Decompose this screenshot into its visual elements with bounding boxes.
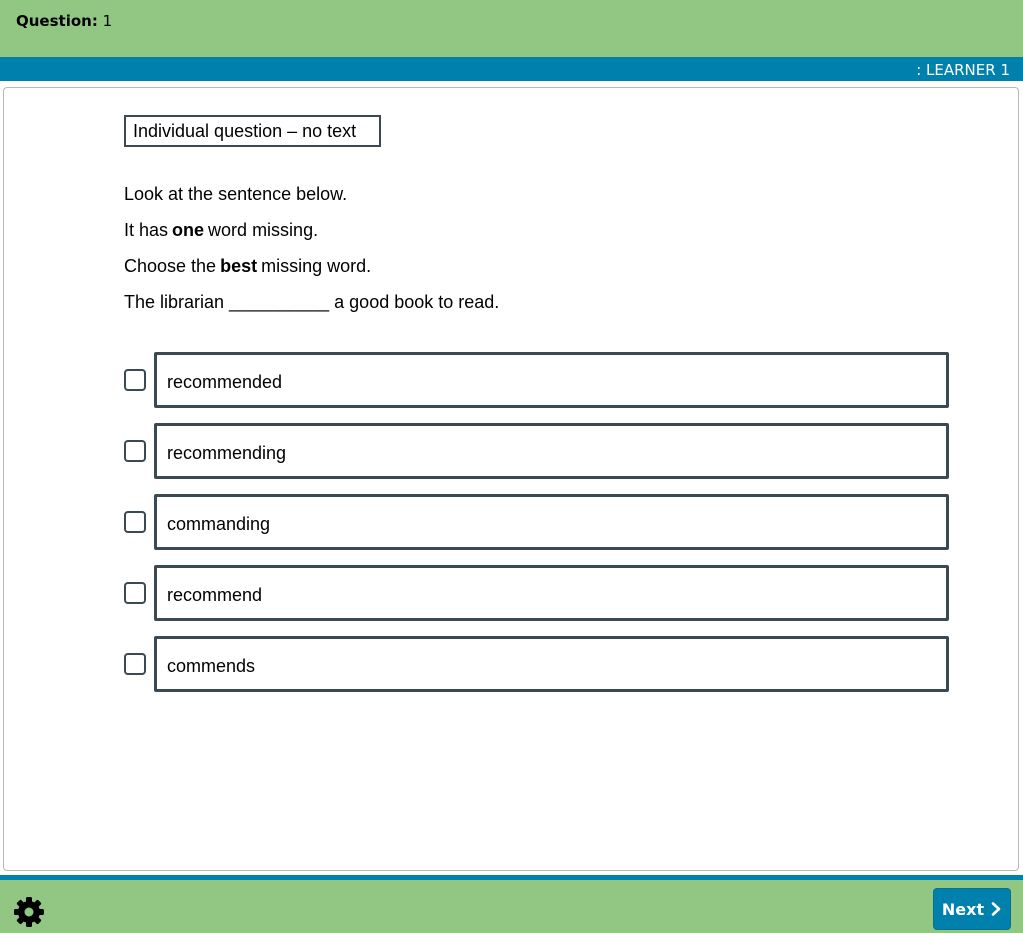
answer-checkbox[interactable] [124, 582, 146, 604]
answer-checkbox[interactable] [124, 440, 146, 462]
question-type-tag: Individual question – no text [124, 115, 381, 147]
answer-checkbox[interactable] [124, 653, 146, 675]
question-label: Question: [16, 12, 98, 30]
instruction-text: It has [124, 220, 169, 240]
question-number-value: 1 [102, 12, 113, 30]
next-button[interactable]: Next [933, 888, 1011, 930]
question-sentence: The librarian __________ a good book to … [124, 292, 500, 312]
answer-option[interactable]: recommending [124, 423, 949, 479]
chevron-right-icon [991, 902, 1001, 916]
learner-bar: : LEARNER 1 [0, 57, 1023, 81]
emphasis-text: one [172, 220, 205, 240]
answer-option-box[interactable]: recommend [154, 565, 949, 621]
answer-option[interactable]: commanding [124, 494, 949, 550]
instruction-line-3: Choose the best missing word. [124, 256, 371, 277]
answer-option-box[interactable]: commends [154, 636, 949, 692]
instruction-line-1: Look at the sentence below. [124, 184, 348, 204]
next-button-label: Next [941, 899, 985, 919]
question-number: Question: 1 [16, 12, 112, 30]
answer-option[interactable]: recommend [124, 565, 949, 621]
instruction-text: word missing. [208, 220, 319, 240]
gear-icon[interactable] [13, 896, 45, 928]
answer-option-box[interactable]: commanding [154, 494, 949, 550]
answer-checkbox[interactable] [124, 511, 146, 533]
instruction-text: missing word. [261, 256, 372, 276]
answer-option-box[interactable]: recommending [154, 423, 949, 479]
answer-option[interactable]: commends [124, 636, 949, 692]
learner-name: : LEARNER 1 [916, 61, 1010, 79]
answer-option[interactable]: recommended [124, 352, 949, 408]
instruction-line-2: It has one word missing. [124, 220, 318, 241]
bottom-bar: Next [0, 875, 1023, 933]
top-bar: Question: 1 [0, 0, 1023, 57]
answer-option-box[interactable]: recommended [154, 352, 949, 408]
instruction-text: Choose the [124, 256, 217, 276]
emphasis-text: best [220, 256, 258, 276]
answer-checkbox[interactable] [124, 369, 146, 391]
